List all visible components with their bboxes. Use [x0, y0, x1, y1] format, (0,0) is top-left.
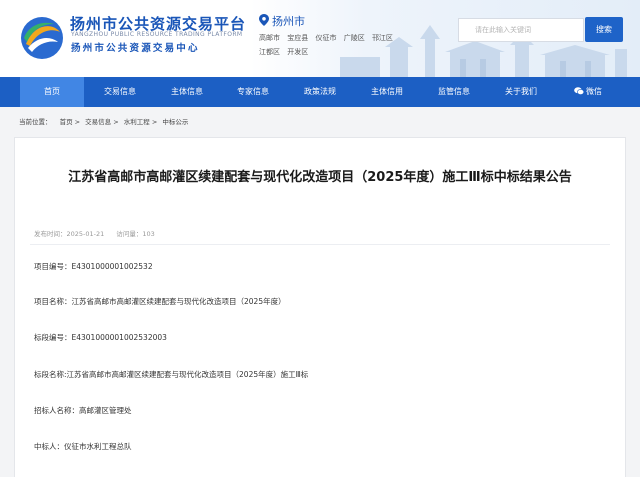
field-section-name: 标段名称:江苏省高邮市高邮灌区续建配套与现代化改造项目（2025年度）施工Ⅲ标: [34, 370, 309, 379]
breadcrumb: 当前位置： 首页 > 交易信息 > 水利工程 > 中标公示: [19, 116, 191, 126]
site-name-en: YANGZHOU PUBLIC RESOURCE TRADING PLATFOR…: [71, 31, 243, 38]
nav-home[interactable]: 首页: [20, 77, 84, 107]
district-link[interactable]: 高邮市: [259, 34, 280, 42]
breadcrumb-item[interactable]: 中标公示: [162, 118, 188, 126]
search-button[interactable]: 搜索: [585, 17, 623, 42]
district-link[interactable]: 江都区: [259, 48, 280, 56]
field-tenderer: 招标人名称：高邮灌区管理处: [34, 406, 132, 415]
site-subtitle: 扬州市公共资源交易中心: [71, 43, 200, 54]
nav-entity-credit[interactable]: 主体信用: [354, 77, 420, 107]
nav-trade-info[interactable]: 交易信息: [88, 77, 152, 107]
current-city[interactable]: 扬州市: [272, 13, 305, 29]
site-header: 扬州市公共资源交易平台 YANGZHOU PUBLIC RESOURCE TRA…: [0, 0, 640, 77]
nav-wechat-label: 微信: [586, 87, 602, 96]
nav-expert-info[interactable]: 专家信息: [220, 77, 286, 107]
nav-policy[interactable]: 政策法规: [287, 77, 353, 107]
search-input[interactable]: 请在此输入关键词: [458, 18, 584, 42]
breadcrumb-item[interactable]: 交易信息 >: [85, 118, 119, 126]
publish-date: 发布时间：2025-01-21: [34, 230, 105, 238]
field-section-code: 标段编号：E4301000001002532003: [34, 333, 167, 342]
nav-supervision[interactable]: 监管信息: [421, 77, 487, 107]
district-link[interactable]: 邗江区: [372, 34, 393, 42]
district-links: 高邮市 宝应县 仪征市 广陵区 邗江区 江都区 开发区: [259, 31, 399, 59]
district-link[interactable]: 仪征市: [315, 34, 336, 42]
district-link[interactable]: 广陵区: [344, 34, 365, 42]
field-winner: 中标人：仪征市水利工程总队: [34, 442, 132, 451]
view-count: 访问量：103: [116, 230, 155, 238]
field-project-code: 项目编号：E4301000001002532: [34, 262, 153, 271]
district-link[interactable]: 开发区: [287, 48, 308, 56]
location-pin-icon: [259, 14, 269, 26]
district-link[interactable]: 宝应县: [287, 34, 308, 42]
wechat-icon: [574, 87, 584, 95]
breadcrumb-item[interactable]: 水利工程 >: [124, 118, 158, 126]
field-project-name: 项目名称：江苏省高邮市高邮灌区续建配套与现代化改造项目（2025年度）: [34, 297, 286, 306]
main-nav: 首页 交易信息 主体信息 专家信息 政策法规 主体信用 监管信息 关于我们 微信: [0, 77, 640, 107]
breadcrumb-label: 当前位置：: [19, 118, 52, 126]
article-meta: 发布时间：2025-01-21 访问量：103: [34, 228, 165, 238]
breadcrumb-item[interactable]: 首页 >: [60, 118, 81, 126]
nav-about[interactable]: 关于我们: [488, 77, 554, 107]
site-logo[interactable]: [18, 14, 66, 62]
nav-entity-info[interactable]: 主体信息: [154, 77, 220, 107]
article-title: 江苏省高邮市高邮灌区续建配套与现代化改造项目（2025年度）施工Ⅲ标中标结果公告: [68, 170, 572, 185]
nav-wechat[interactable]: 微信: [555, 77, 621, 107]
divider: [30, 244, 610, 245]
